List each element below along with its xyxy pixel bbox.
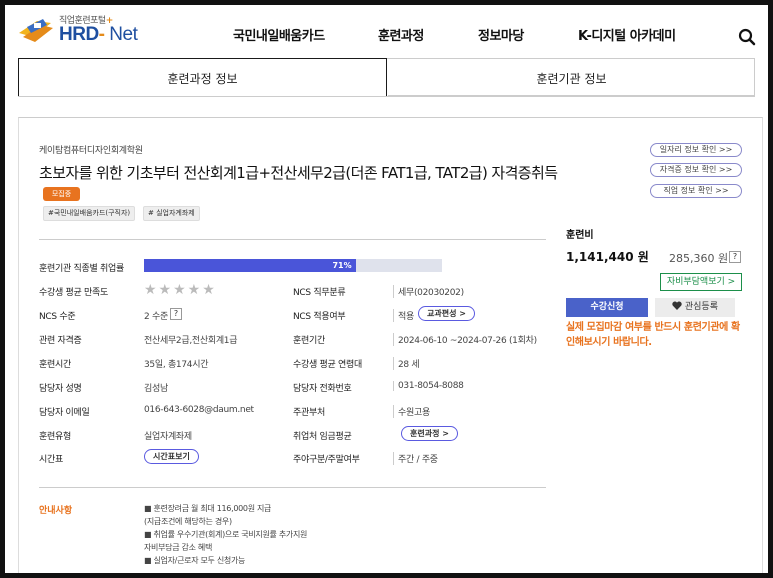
search-icon[interactable] [738, 28, 756, 46]
dept-label: 주관부처 [293, 408, 325, 418]
email-value: 016-643-6028@daum.net [144, 405, 254, 415]
heart-icon [672, 301, 682, 310]
satisfaction-label: 수강생 평균 만족도 [39, 288, 108, 298]
guide-line: ■ 훈련장려금 월 최대 116,000원 지급 [144, 504, 272, 513]
ncs-level-help-icon[interactable]: ? [170, 308, 182, 320]
employment-rate-text: 71% [332, 261, 352, 270]
certificate-value: 전산세무2급,전산회계1급 [144, 336, 238, 346]
wage-label: 취업처 임금평균 [293, 432, 352, 442]
logo-net: Net [109, 24, 138, 45]
age-label: 수강생 평균 연령대 [293, 360, 362, 370]
nav-national-card[interactable]: 국민내일배움카드 [233, 25, 325, 44]
manager-label: 담당자 성명 [39, 384, 82, 394]
ncs-apply-value: 적용 [393, 309, 414, 322]
age-value: 28 세 [393, 357, 420, 370]
ncs-class-label: NCS 직무분류 [293, 288, 346, 298]
institution-name[interactable]: 케이탐컴퓨터디자인회계학원 [39, 143, 143, 156]
guide-line: ■ 실업자/근로자 모두 신청가능 [144, 556, 246, 565]
manager-value: 김성남 [144, 384, 168, 394]
occupation-info-link[interactable]: 직업 정보 확인 >> [650, 184, 742, 198]
closing-notice: 실제 모집마감 여부를 반드시 훈련기관에 확인해보시기 바랍니다. [566, 322, 740, 348]
nav-k-digital-academy[interactable]: K-디지털 아카데미 [578, 25, 676, 44]
schedule-label: 시간표 [39, 455, 63, 465]
favorite-button[interactable]: 관심등록 [655, 298, 735, 317]
period-value: 2024-06-10 ~2024-07-26 (1회차) [393, 333, 537, 346]
training-type-label: 훈련유형 [39, 432, 71, 442]
logo-mark-icon [19, 19, 53, 42]
nav-training-course[interactable]: 훈련과정 [378, 25, 424, 44]
employment-rate-label: 훈련기관 직종별 취업률 [39, 264, 124, 274]
site-header: 직업훈련포털+ HRD- Net 국민내일배움카드 훈련과정 정보마당 K-디지… [5, 5, 768, 57]
hours-value: 35일, 총174시간 [144, 360, 209, 370]
ncs-class-value: 세무(02030202) [393, 285, 464, 298]
tab-course-info[interactable]: 훈련과정 정보 [18, 58, 387, 96]
phone-label: 담당자 전화번호 [293, 384, 352, 394]
schedule-button[interactable]: 시간표보기 [144, 449, 199, 464]
tab-bar: 훈련과정 정보 훈련기관 정보 [18, 58, 755, 97]
tag-unemployed-account: # 실업자계좌제 [143, 206, 200, 221]
tag-national-card: #국민내일배움카드(구직자) [43, 206, 136, 221]
fee-price: 1,141,440 원 [566, 250, 649, 264]
tab-institution-info[interactable]: 훈련기관 정보 [388, 59, 755, 96]
ncs-level-value: 2 수준 [144, 312, 168, 322]
apply-button[interactable]: 수강신청 [566, 298, 648, 317]
favorite-label: 관심등록 [684, 302, 718, 312]
wage-course-button[interactable]: 훈련과정 > [401, 426, 458, 441]
employment-rate-fill [144, 259, 356, 272]
certificate-label: 관련 자격증 [39, 336, 82, 346]
hrd-net-logo[interactable]: 직업훈련포털+ HRD- Net [17, 11, 147, 51]
ncs-apply-label: NCS 적용여부 [293, 312, 346, 322]
status-badge: 모집중 [43, 187, 80, 201]
certificate-info-link[interactable]: 자격증 정보 확인 >> [650, 163, 742, 177]
course-title: 초보자를 위한 기초부터 전산회계1급+전산세무2급(더존 FAT1급, TAT… [39, 164, 558, 182]
guide-line: (지급조건에 해당하는 경우) [144, 517, 232, 526]
details-divider-top [39, 239, 546, 240]
satisfaction-stars: ★★★★★ [144, 282, 217, 298]
self-pay-help-icon[interactable]: ? [729, 251, 741, 263]
details-divider-bottom [39, 487, 546, 488]
guide-line: 자비부담금 감소 혜택 [144, 543, 213, 552]
nav-info[interactable]: 정보마당 [478, 25, 524, 44]
phone-value: 031-8054-8088 [393, 381, 464, 391]
guide-label: 안내사항 [39, 506, 73, 516]
fee-title: 훈련비 [566, 230, 594, 241]
period-label: 훈련기간 [293, 336, 325, 346]
job-info-link[interactable]: 일자리 정보 확인 >> [650, 143, 742, 157]
logo-hrd: HRD [59, 24, 99, 45]
email-label: 담당자 이메일 [39, 408, 90, 418]
week-value: 주간 / 주중 [393, 452, 438, 465]
training-type-value: 실업자계좌제 [144, 432, 192, 442]
logo-dash: - [98, 24, 105, 45]
curriculum-button[interactable]: 교과편성 > [418, 306, 475, 321]
guide-line: ■ 취업률 우수기관(회계)으로 국비지원률 추가지원 [144, 530, 308, 539]
dept-value: 수원고용 [393, 405, 430, 418]
self-pay-amount: 285,360 원 [669, 252, 729, 265]
hours-label: 훈련시간 [39, 360, 71, 370]
ncs-level-label: NCS 수준 [39, 312, 76, 322]
self-pay-view-button[interactable]: 자비부담액보기 > [660, 273, 742, 291]
week-label: 주야구분/주말여부 [293, 455, 360, 465]
employment-rate-bar: 71% [144, 259, 442, 272]
